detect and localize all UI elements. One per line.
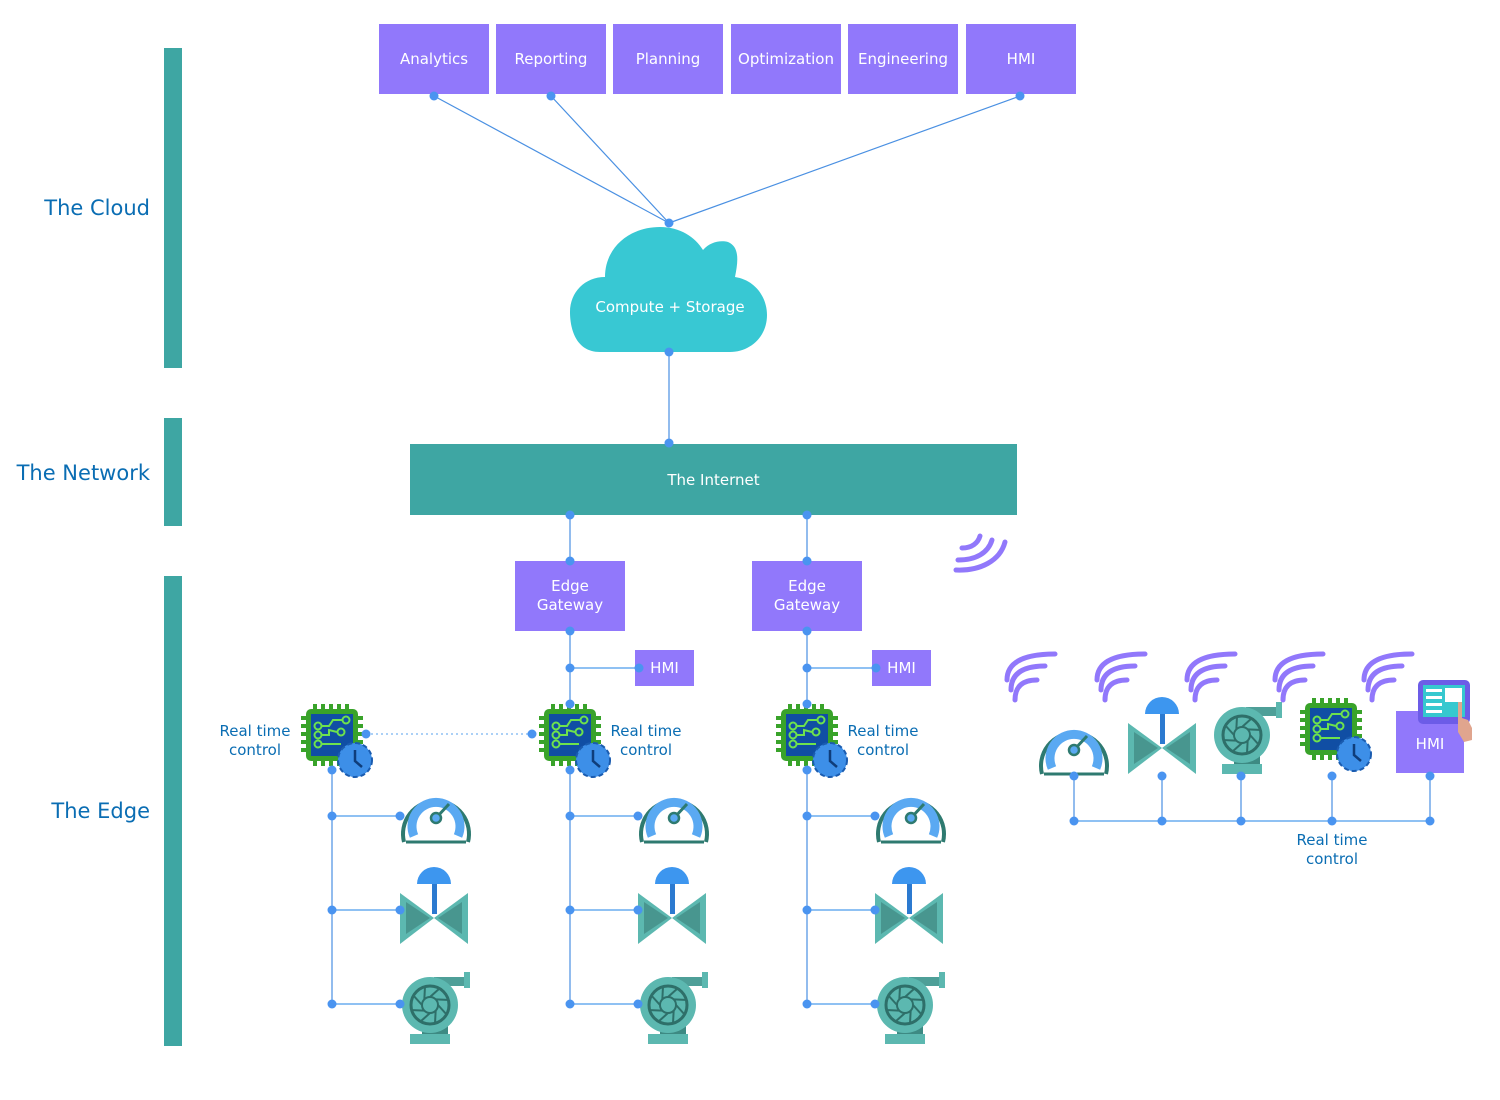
app-reporting[interactable]: Reporting [496, 24, 606, 94]
app-planning[interactable]: Planning [613, 24, 723, 94]
diagram-canvas: The Cloud The Network The Edge Analytics… [0, 0, 1500, 1100]
internet-bar[interactable]: The Internet [410, 444, 1017, 515]
app-engineering[interactable]: Engineering [848, 24, 958, 94]
wireless-hmi[interactable]: HMI [1396, 711, 1464, 773]
cloud-icon [570, 227, 767, 352]
wireless-bus-label: Real time control [1296, 831, 1368, 868]
connector-lines [331, 95, 1431, 1005]
app-optimization[interactable]: Optimization [731, 24, 841, 94]
gateway-1-hmi[interactable]: HMI [635, 650, 694, 686]
rtc-label-3: Real time control [847, 722, 919, 759]
gateway-2-hmi[interactable]: HMI [872, 650, 931, 686]
cloud-label: Compute + Storage [595, 298, 745, 316]
app-hmi[interactable]: HMI [966, 24, 1076, 94]
rtc-label-2: Real time control [610, 722, 682, 759]
edge-gateway-1[interactable]: Edge Gateway [515, 561, 625, 631]
wifi-icon [953, 533, 1008, 573]
connector [550, 95, 670, 224]
app-analytics[interactable]: Analytics [379, 24, 489, 94]
connector [433, 95, 670, 224]
edge-gateway-2[interactable]: Edge Gateway [752, 561, 862, 631]
connector [668, 95, 1021, 224]
rtc-label-1: Real time control [219, 722, 291, 759]
